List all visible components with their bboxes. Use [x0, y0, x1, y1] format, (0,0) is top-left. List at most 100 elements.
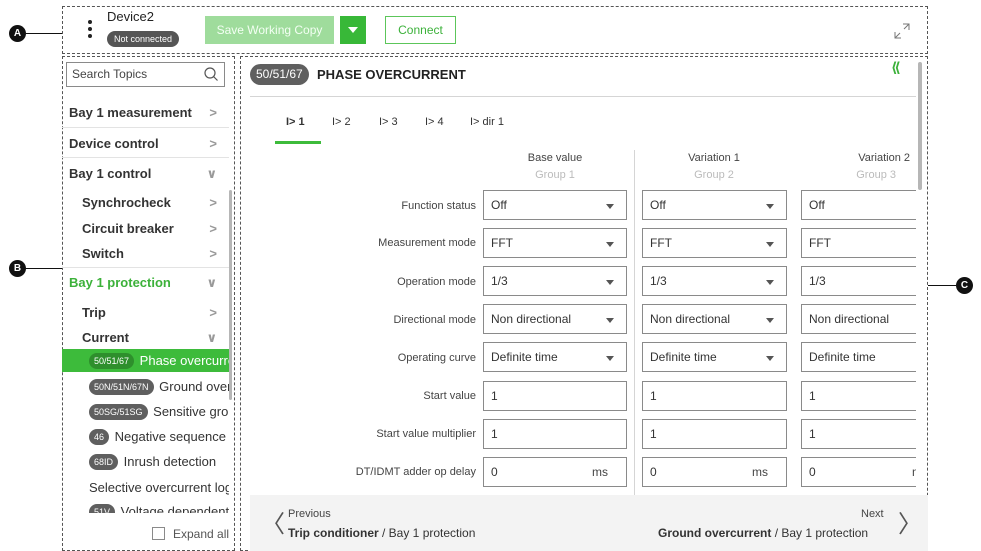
search-icon[interactable] [203, 66, 219, 82]
callout-a-marker: A [9, 25, 26, 42]
sidebar-item-label: Switch [82, 246, 124, 261]
sidebar-leaf-label: Ground overcurrent [159, 379, 229, 394]
sidebar-scrollbar[interactable] [229, 190, 232, 400]
unit-label: ms [592, 465, 608, 479]
function-code-chip: 46 [89, 429, 110, 445]
expand-all-label: Expand all [173, 527, 230, 541]
row-label-directional-mode: Directional mode [393, 314, 476, 326]
tab-i-dir1[interactable]: I> dir 1 [470, 116, 504, 128]
function-code-chip: 50/51/67 [89, 353, 135, 369]
sidebar-item-device-control[interactable]: Device control > [62, 136, 229, 154]
dropdown-caret-icon [766, 318, 774, 323]
measurement-mode-select-base[interactable]: FFT [483, 228, 627, 258]
op-delay-input-var2[interactable]: 0ms [801, 457, 916, 487]
start-value-input-var2[interactable]: 1 [801, 381, 916, 411]
sidebar-item-circuit-breaker[interactable]: Circuit breaker > [62, 221, 229, 239]
chevron-left-icon[interactable]: 〈 [261, 504, 285, 539]
sidebar-item-label: Current [82, 330, 129, 345]
sidebar-item-current[interactable]: Current ∨ [62, 330, 229, 348]
directional-mode-select-var1[interactable]: Non directional [642, 304, 787, 334]
column-header-base: Base value [527, 152, 583, 164]
function-status-select-var2[interactable]: Off [801, 190, 916, 220]
op-delay-input-base[interactable]: 0 ms [483, 457, 627, 487]
tab-i3[interactable]: I> 3 [379, 116, 398, 128]
function-status-select-var1[interactable]: Off [642, 190, 787, 220]
sidebar-leaf-phase-overcurrent[interactable]: 50/51/67 Phase overcurrent [62, 349, 229, 372]
sidebar-item-bay1-control[interactable]: Bay 1 control ∨ [62, 166, 229, 184]
dropdown-caret-icon [766, 204, 774, 209]
previous-page-context: / Bay 1 protection [378, 526, 476, 540]
sidebar-item-label: Trip [82, 305, 106, 320]
device-name: Device2 [107, 9, 154, 24]
column-group-1: Group 1 [535, 169, 575, 181]
start-value-input-base[interactable]: 1 [483, 381, 627, 411]
sidebar-leaf-selective-overcurrent[interactable]: Selective overcurrent logic [62, 476, 229, 499]
chevron-right-icon: > [209, 136, 217, 151]
sidebar-leaf-voltage-dependent[interactable]: 51V Voltage dependent [62, 500, 229, 513]
sidebar-leaf-inrush-detection[interactable]: 68ID Inrush detection [62, 450, 229, 473]
sidebar-leaf-label: Selective overcurrent logic [89, 480, 229, 495]
chevron-right-icon: > [209, 246, 217, 261]
sidebar-item-label: Bay 1 measurement [69, 105, 192, 120]
save-working-copy-button[interactable]: Save Working Copy [205, 16, 334, 44]
previous-page-link[interactable]: Trip conditioner / Bay 1 protection [288, 526, 475, 540]
chevron-down-icon: ∨ [206, 330, 217, 345]
column-group-3: Group 3 [856, 169, 896, 181]
sidebar-item-label: Bay 1 control [69, 166, 152, 181]
operation-mode-select-var2[interactable]: 1/3 [801, 266, 916, 296]
collapse-panel-icon[interactable]: ⟨⟨ [891, 59, 901, 76]
divider [62, 127, 229, 128]
expand-icon[interactable] [892, 21, 912, 41]
sidebar-item-bay1-measurement[interactable]: Bay 1 measurement > [62, 105, 229, 123]
sidebar-item-label: Synchrocheck [82, 195, 171, 210]
chevron-right-icon[interactable]: 〉 [898, 504, 922, 539]
sidebar-leaf-ground-overcurrent[interactable]: 50N/51N/67N Ground overcurrent [62, 375, 229, 398]
sidebar-leaf-negative-sequence[interactable]: 46 Negative sequence [62, 425, 229, 448]
start-value-multiplier-input-var2[interactable]: 1 [801, 419, 916, 449]
sidebar-leaf-label: Voltage dependent [120, 504, 229, 513]
column-divider [634, 150, 635, 495]
operation-mode-select-var1[interactable]: 1/3 [642, 266, 787, 296]
previous-caption: Previous [288, 508, 331, 520]
function-code-chip: 50N/51N/67N [89, 379, 154, 395]
main-scrollbar[interactable] [918, 62, 922, 190]
start-value-input-var1[interactable]: 1 [642, 381, 787, 411]
operation-mode-select-base[interactable]: 1/3 [483, 266, 627, 296]
tab-i2[interactable]: I> 2 [332, 116, 351, 128]
op-delay-input-var1[interactable]: 0 ms [642, 457, 787, 487]
next-page-link[interactable]: Ground overcurrent / Bay 1 protection [658, 526, 868, 540]
tab-i4[interactable]: I> 4 [425, 116, 444, 128]
sidebar-item-bay1-protection[interactable]: Bay 1 protection ∨ [62, 275, 229, 293]
chevron-right-icon: > [209, 221, 217, 236]
sidebar-leaf-sensitive-ground[interactable]: 50SG/51SG Sensitive ground [62, 400, 229, 423]
start-value-multiplier-input-var1[interactable]: 1 [642, 419, 787, 449]
more-options-icon[interactable] [86, 20, 94, 40]
operating-curve-select-base[interactable]: Definite time [483, 342, 627, 372]
previous-page-title: Trip conditioner [288, 526, 379, 540]
measurement-mode-select-var2[interactable]: FFT [801, 228, 916, 258]
divider [62, 157, 229, 158]
expand-all-checkbox[interactable]: Expand all [152, 527, 229, 541]
directional-mode-select-var2[interactable]: Non directional [801, 304, 916, 334]
sidebar-item-trip[interactable]: Trip > [62, 305, 229, 323]
directional-mode-select-base[interactable]: Non directional [483, 304, 627, 334]
operating-curve-select-var2[interactable]: Definite time [801, 342, 916, 372]
next-page-title: Ground overcurrent [658, 526, 772, 540]
checkbox-icon [152, 527, 165, 540]
search-topics-input[interactable]: Search Topics [66, 62, 225, 87]
measurement-mode-select-var1[interactable]: FFT [642, 228, 787, 258]
start-value-multiplier-input-base[interactable]: 1 [483, 419, 627, 449]
sidebar-item-synchrocheck[interactable]: Synchrocheck > [62, 195, 229, 213]
active-tab-indicator [275, 141, 321, 144]
sidebar-item-switch[interactable]: Switch > [62, 246, 229, 264]
column-header-variation-2: Variation 2 [858, 152, 910, 164]
unit-label: ms [752, 465, 768, 479]
row-label-function-status: Function status [401, 200, 476, 212]
row-label-operation-mode: Operation mode [397, 276, 476, 288]
divider [250, 96, 916, 97]
tab-i1[interactable]: I> 1 [286, 116, 305, 128]
save-options-dropdown-button[interactable] [340, 16, 366, 44]
operating-curve-select-var1[interactable]: Definite time [642, 342, 787, 372]
function-status-select-base[interactable]: Off [483, 190, 627, 220]
connect-button[interactable]: Connect [385, 16, 456, 44]
